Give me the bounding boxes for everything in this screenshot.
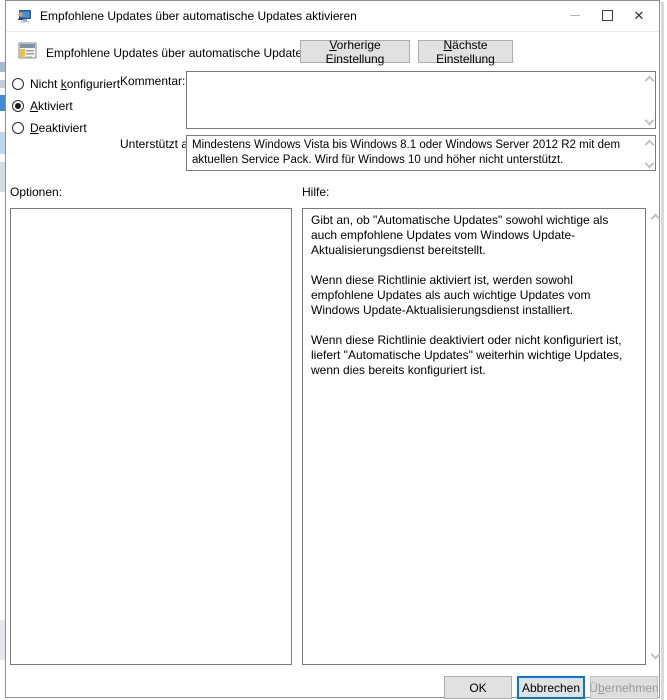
help-paragraph: Gibt an, ob "Automatische Updates" sowoh…	[311, 213, 637, 258]
help-text-panel: Gibt an, ob "Automatische Updates" sowoh…	[302, 208, 646, 665]
group-policy-app-icon	[16, 8, 32, 24]
radio-not-configured[interactable]: Nicht konfiguriert	[12, 77, 120, 91]
window-title: Empfohlene Updates über automatische Upd…	[40, 9, 357, 23]
radio-disabled-circle[interactable]	[12, 122, 24, 134]
minimize-button	[559, 1, 591, 30]
help-scroll-down-icon[interactable]	[651, 650, 661, 660]
comment-input[interactable]	[186, 71, 656, 129]
apply-button-pre: Ü	[589, 681, 598, 695]
options-panel	[10, 208, 292, 665]
help-label: Hilfe:	[302, 185, 329, 199]
comment-label: Kommentar:	[120, 74, 185, 88]
help-scroll-up-icon[interactable]	[651, 214, 661, 224]
cancel-button[interactable]: Abbrechen	[517, 676, 585, 699]
radio-disabled[interactable]: Deaktiviert	[12, 121, 87, 135]
maximize-button[interactable]	[591, 1, 623, 30]
screenshot-root: { "window": { "title": "Empfohlene Updat…	[0, 0, 667, 700]
apply-button: Übernehmen	[590, 676, 658, 699]
policy-setting-dialog: Empfohlene Updates über automatische Upd…	[5, 0, 660, 698]
previous-setting-button[interactable]: Vorherige Einstellung	[300, 40, 410, 63]
apply-button-label: ernehmen	[605, 681, 659, 695]
minimize-icon	[570, 15, 580, 16]
radio-enabled[interactable]: Aktiviert	[12, 99, 73, 113]
supported-on-value: Mindestens Windows Vista bis Windows 8.1…	[186, 135, 656, 171]
options-label: Optionen:	[10, 185, 62, 199]
radio-enabled-label: Aktiviert	[30, 99, 73, 113]
radio-disabled-label: Deaktiviert	[30, 121, 87, 135]
close-button[interactable]: ✕	[623, 1, 655, 30]
ok-button[interactable]: OK	[444, 676, 512, 699]
help-paragraph: Wenn diese Richtlinie deaktiviert oder n…	[311, 333, 637, 378]
apply-button-accesskey: b	[598, 681, 605, 695]
next-setting-button[interactable]: Nächste Einstellung	[418, 40, 513, 63]
maximize-icon	[602, 10, 613, 21]
prev-button-accesskey: V	[329, 38, 336, 52]
radio-not-configured-circle[interactable]	[12, 78, 24, 90]
title-bar[interactable]: Empfohlene Updates über automatische Upd…	[6, 1, 659, 32]
help-scrollbar[interactable]	[649, 208, 663, 665]
close-icon: ✕	[634, 8, 645, 24]
radio-enabled-circle[interactable]	[12, 100, 24, 112]
radio-not-configured-label: Nicht konfiguriert	[30, 77, 120, 91]
policy-setting-icon	[18, 42, 38, 60]
next-button-accesskey: N	[443, 38, 452, 52]
help-paragraph: Wenn diese Richtlinie aktiviert ist, wer…	[311, 273, 637, 318]
